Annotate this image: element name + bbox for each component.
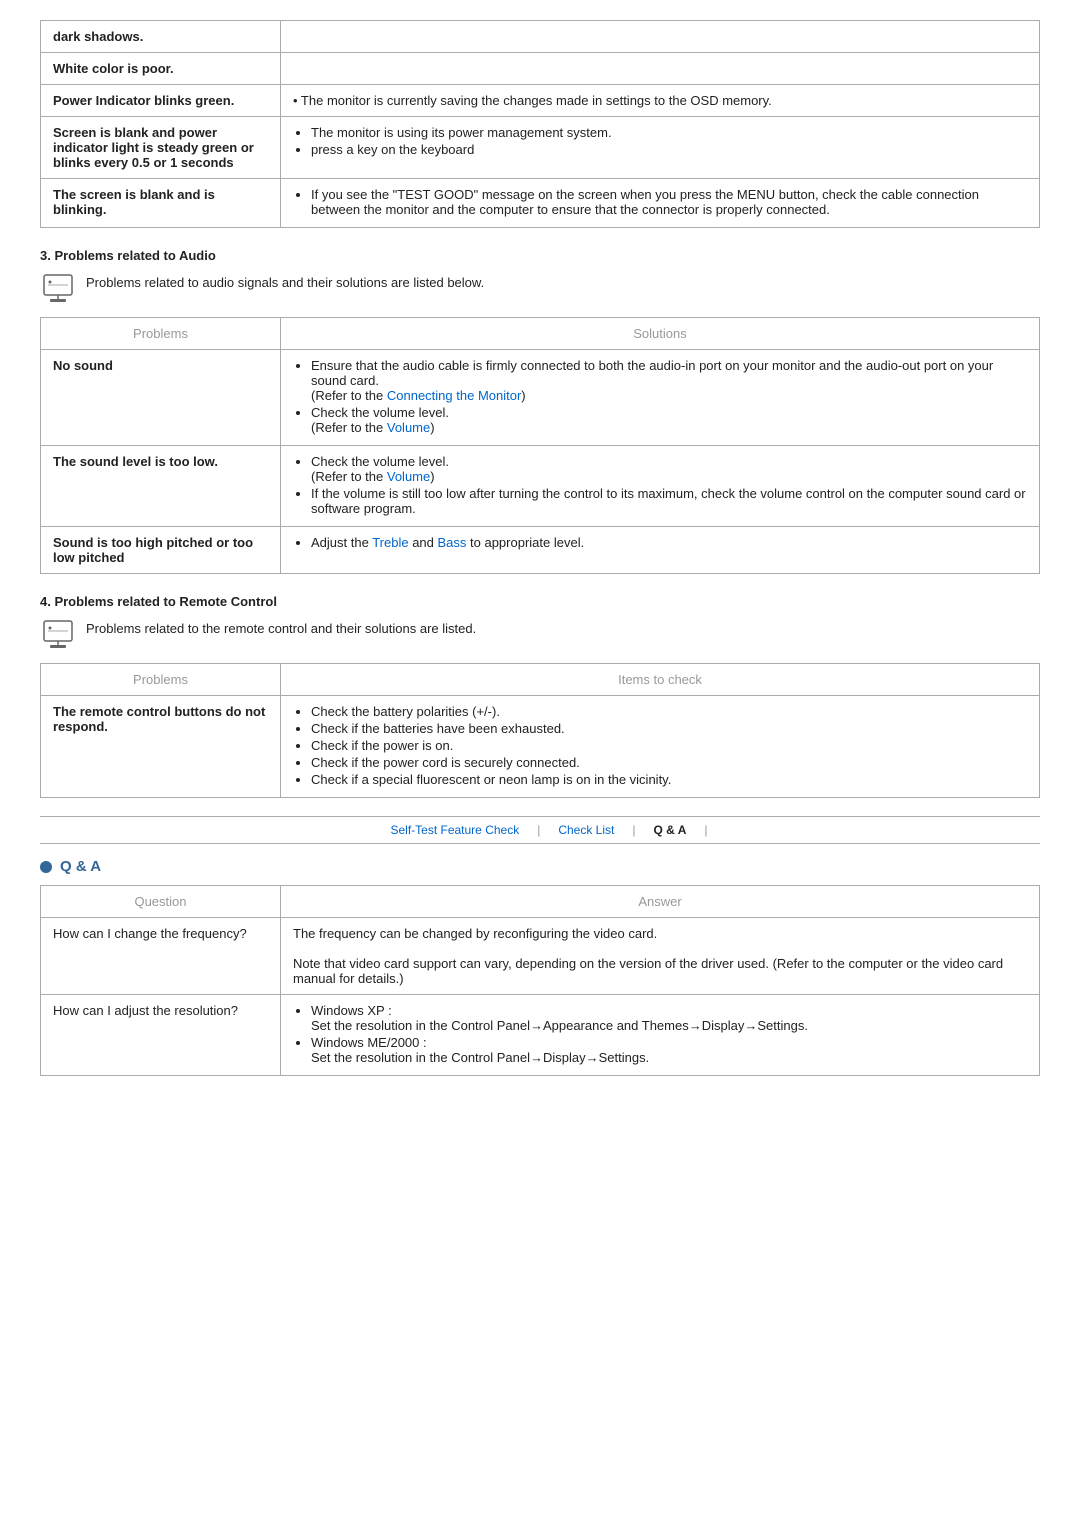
problem-cell: dark shadows. bbox=[41, 21, 281, 53]
table-row: Sound is too high pitched or too low pit… bbox=[41, 527, 1040, 574]
qa-dot-icon bbox=[40, 861, 52, 873]
qa-heading: Q & A bbox=[60, 858, 101, 875]
audio-section: 3. Problems related to Audio Problems re… bbox=[40, 248, 1040, 574]
remote-col-items: Items to check bbox=[281, 664, 1040, 696]
audio-problem-3: Sound is too high pitched or too low pit… bbox=[41, 527, 281, 574]
table-row: How can I change the frequency? The freq… bbox=[41, 918, 1040, 995]
link-connecting-monitor[interactable]: Connecting the Monitor bbox=[387, 388, 521, 403]
problem-cell: Power Indicator blinks green. bbox=[41, 85, 281, 117]
audio-problems-table: Problems Solutions No sound Ensure that … bbox=[40, 317, 1040, 574]
qa-title-block: Q & A bbox=[40, 858, 1040, 875]
nav-self-test[interactable]: Self-Test Feature Check bbox=[372, 823, 537, 837]
remote-col-problems: Problems bbox=[41, 664, 281, 696]
solution-cell bbox=[281, 53, 1040, 85]
remote-problems-table: Problems Items to check The remote contr… bbox=[40, 663, 1040, 798]
problem-cell: Screen is blank and power indicator ligh… bbox=[41, 117, 281, 179]
nav-sep-3: | bbox=[704, 823, 707, 837]
audio-icon-block: Problems related to audio signals and th… bbox=[40, 271, 1040, 307]
audio-problem-2: The sound level is too low. bbox=[41, 446, 281, 527]
audio-icon bbox=[40, 271, 76, 307]
nav-bar: Self-Test Feature Check | Check List | Q… bbox=[40, 816, 1040, 844]
solution-cell: If you see the "TEST GOOD" message on th… bbox=[281, 179, 1040, 228]
remote-icon-desc: Problems related to the remote control a… bbox=[86, 617, 476, 636]
remote-problem-1: The remote control buttons do not respon… bbox=[41, 696, 281, 798]
audio-section-title: 3. Problems related to Audio bbox=[40, 248, 1040, 263]
table-row: No sound Ensure that the audio cable is … bbox=[41, 350, 1040, 446]
problem-cell: White color is poor. bbox=[41, 53, 281, 85]
nav-check-list[interactable]: Check List bbox=[540, 823, 632, 837]
table-row: White color is poor. bbox=[41, 53, 1040, 85]
link-volume-1[interactable]: Volume bbox=[387, 420, 430, 435]
audio-solution-1: Ensure that the audio cable is firmly co… bbox=[281, 350, 1040, 446]
table-row: The screen is blank and is blinking. If … bbox=[41, 179, 1040, 228]
qa-question-1: How can I change the frequency? bbox=[41, 918, 281, 995]
audio-solution-3: Adjust the Treble and Bass to appropriat… bbox=[281, 527, 1040, 574]
table-row: dark shadows. bbox=[41, 21, 1040, 53]
table-row: Screen is blank and power indicator ligh… bbox=[41, 117, 1040, 179]
qa-table: Question Answer How can I change the fre… bbox=[40, 885, 1040, 1076]
table-row: The sound level is too low. Check the vo… bbox=[41, 446, 1040, 527]
link-bass[interactable]: Bass bbox=[438, 535, 467, 550]
link-volume-2[interactable]: Volume bbox=[387, 469, 430, 484]
qa-answer-2: Windows XP :Set the resolution in the Co… bbox=[281, 995, 1040, 1076]
audio-col-problems: Problems bbox=[41, 318, 281, 350]
table-row: The remote control buttons do not respon… bbox=[41, 696, 1040, 798]
table-row: How can I adjust the resolution? Windows… bbox=[41, 995, 1040, 1076]
problem-cell: The screen is blank and is blinking. bbox=[41, 179, 281, 228]
remote-section-title: 4. Problems related to Remote Control bbox=[40, 594, 1040, 609]
audio-solution-2: Check the volume level.(Refer to the Vol… bbox=[281, 446, 1040, 527]
remote-icon bbox=[40, 617, 76, 653]
nav-qa[interactable]: Q & A bbox=[635, 823, 704, 837]
qa-section: Q & A Question Answer How can I change t… bbox=[40, 858, 1040, 1076]
table-row: Power Indicator blinks green. • The moni… bbox=[41, 85, 1040, 117]
qa-col-answer: Answer bbox=[281, 886, 1040, 918]
remote-icon-block: Problems related to the remote control a… bbox=[40, 617, 1040, 653]
top-continuation-table: dark shadows. White color is poor. Power… bbox=[40, 20, 1040, 228]
qa-answer-1: The frequency can be changed by reconfig… bbox=[281, 918, 1040, 995]
audio-col-solutions: Solutions bbox=[281, 318, 1040, 350]
remote-solution-1: Check the battery polarities (+/-). Chec… bbox=[281, 696, 1040, 798]
remote-section: 4. Problems related to Remote Control Pr… bbox=[40, 594, 1040, 798]
solution-cell bbox=[281, 21, 1040, 53]
audio-icon-desc: Problems related to audio signals and th… bbox=[86, 271, 484, 290]
qa-question-2: How can I adjust the resolution? bbox=[41, 995, 281, 1076]
link-treble[interactable]: Treble bbox=[372, 535, 408, 550]
solution-cell: • The monitor is currently saving the ch… bbox=[281, 85, 1040, 117]
audio-problem-1: No sound bbox=[41, 350, 281, 446]
solution-cell: The monitor is using its power managemen… bbox=[281, 117, 1040, 179]
qa-col-question: Question bbox=[41, 886, 281, 918]
